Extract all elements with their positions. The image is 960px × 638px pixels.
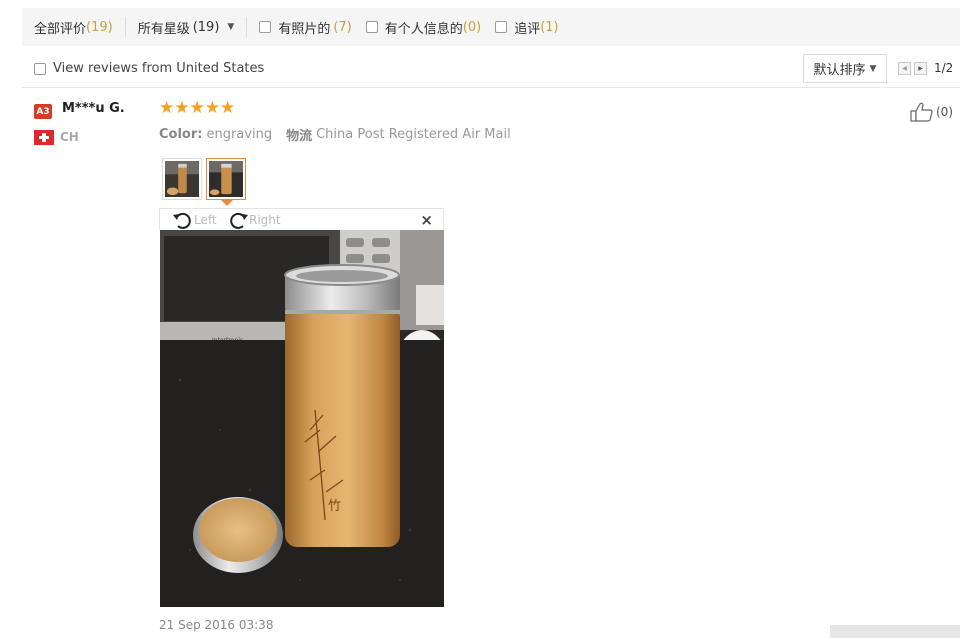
next-page-button[interactable]: ▶ [914, 61, 927, 75]
reviewer-name: M***u G. [62, 101, 125, 116]
color-key: Color: [159, 127, 203, 142]
review-photo-thumbnail[interactable] [162, 158, 202, 200]
rotate-left-label: Left [194, 213, 217, 227]
review-photo-large: Intertronic 竹 [160, 230, 444, 607]
review-date: 21 Sep 2016 03:38 [159, 618, 274, 632]
filter-photos-label: 有照片的 [278, 21, 331, 37]
filter-stars-count: (19) [192, 19, 220, 35]
page-indicator: 1/2 [934, 61, 954, 75]
us-reviews-checkbox[interactable] [34, 62, 46, 75]
color-value: engraving [206, 127, 273, 142]
star-icon: ★ [159, 98, 175, 118]
helpful-count: (0) [936, 105, 953, 119]
photo-viewer-toolbar: Left Right × [159, 208, 444, 230]
pagination: ◀ ▶ 1/2 [898, 61, 953, 75]
filter-all-count: (19) [86, 19, 113, 35]
switzerland-flag-icon [34, 130, 54, 145]
prev-page-button[interactable]: ◀ [898, 61, 911, 75]
filter-all-label: 全部评价 [34, 21, 87, 37]
chevron-down-icon: ▼ [227, 22, 235, 32]
personal-info-checkbox[interactable] [365, 21, 378, 33]
order-details: Color: engraving 物流 China Post Registere… [159, 125, 511, 144]
svg-text:竹: 竹 [328, 499, 341, 514]
thermos-photo-thumb [209, 161, 243, 197]
helpful-button[interactable]: (0) [910, 102, 953, 122]
filter-followup-count: (1) [540, 19, 559, 35]
filter-personal-info[interactable]: 有个人信息的 (0) [364, 8, 493, 46]
us-reviews-label: View reviews from United States [53, 61, 265, 76]
filter-personal-count: (0) [462, 19, 482, 35]
sort-dropdown[interactable]: 默认排序 ▼ [803, 54, 887, 83]
logistics-key: 物流 [286, 129, 313, 144]
star-icon: ★ [204, 98, 220, 118]
star-rating: ★ ★ ★ ★ ★ [159, 100, 235, 117]
bamboo-thermos-photo: Intertronic 竹 [160, 230, 444, 607]
scroll-region [830, 625, 960, 638]
review-filter-bar: 全部评价 (19) 所有星级 (19) ▼ 有照片的 (7) 有个人信息的 (0… [22, 8, 960, 46]
filter-all-reviews[interactable]: 全部评价 (19) [22, 8, 125, 46]
star-icon: ★ [189, 98, 205, 118]
thumbs-up-icon [910, 102, 933, 122]
filter-photos-count: (7) [333, 19, 352, 35]
rotate-right-label: Right [249, 213, 281, 227]
close-icon[interactable]: × [420, 211, 433, 229]
buyer-level-badge: A3 [34, 104, 52, 119]
chevron-down-icon: ▼ [869, 63, 877, 74]
us-reviews-toggle[interactable]: View reviews from United States [34, 61, 264, 76]
rotate-right-icon [230, 212, 248, 229]
filter-followup-label: 追评 [514, 21, 541, 37]
thermos-photo-thumb [165, 161, 199, 197]
followup-checkbox[interactable] [495, 21, 508, 33]
review-options-row: View reviews from United States 默认排序 ▼ ◀… [22, 50, 960, 88]
filter-with-photos[interactable]: 有照片的 (7) [247, 8, 363, 46]
photos-checkbox[interactable] [259, 21, 272, 33]
filter-stars-label: 所有星级 [137, 21, 190, 37]
rotate-right-button[interactable]: Right [227, 210, 281, 230]
star-icon: ★ [220, 98, 236, 118]
filter-followup[interactable]: 追评 (1) [493, 8, 570, 46]
rotate-left-button[interactable]: Left [172, 210, 217, 230]
reviewer-country: CH [60, 130, 79, 144]
rotate-left-icon [173, 212, 191, 229]
sort-label: 默认排序 [813, 63, 866, 78]
filter-personal-label: 有个人信息的 [384, 21, 463, 37]
logistics-value: China Post Registered Air Mail [316, 127, 511, 142]
selected-indicator [221, 200, 233, 206]
review-photo-thumbnail-selected[interactable] [206, 158, 246, 200]
filter-star-dropdown[interactable]: 所有星级 (19) ▼ [126, 8, 247, 46]
star-icon: ★ [174, 98, 190, 118]
